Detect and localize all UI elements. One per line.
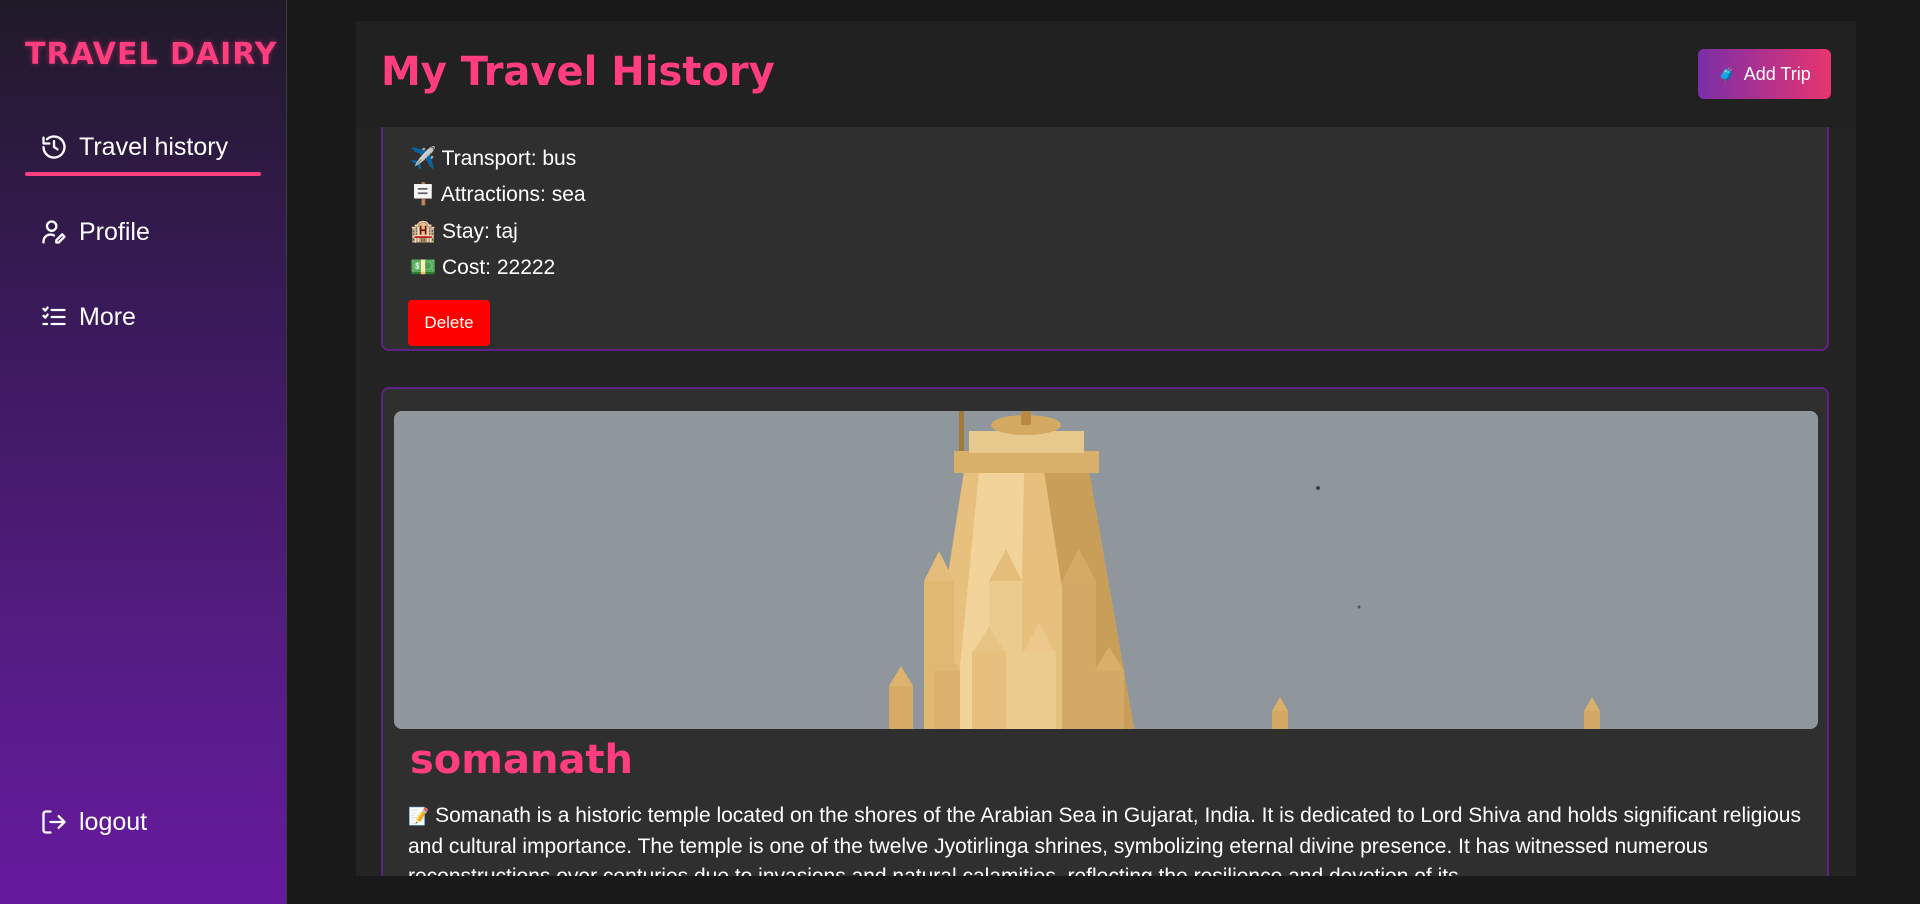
brand-logo: TRAVEL DAIRY: [25, 37, 278, 72]
luggage-icon: 🧳: [1718, 65, 1736, 82]
sidebar-item-travel-history[interactable]: Travel history: [25, 121, 261, 176]
trip-photo: [394, 411, 1818, 729]
sidebar-item-label: More: [79, 302, 136, 331]
delete-button[interactable]: Delete: [408, 300, 490, 346]
bottom-edge: [356, 876, 1856, 904]
sidebar: TRAVEL DAIRY Travel history Profile More: [0, 0, 287, 904]
sidebar-item-profile[interactable]: Profile: [25, 206, 261, 258]
travel-history-panel[interactable]: My Travel History 🧳 Add Trip ✈️ Transpor…: [356, 21, 1856, 904]
page-header: My Travel History 🧳 Add Trip: [356, 21, 1856, 127]
user-edit-icon: [39, 217, 69, 247]
stay-detail: 🏨 Stay: taj: [410, 220, 518, 243]
sidebar-item-more[interactable]: More: [25, 291, 261, 343]
logout-label: logout: [79, 807, 148, 836]
transport-detail: ✈️ Transport: bus: [410, 147, 577, 170]
history-icon: [39, 132, 69, 162]
page-title: My Travel History: [381, 49, 775, 95]
cost-detail: 💵 Cost: 22222: [410, 256, 556, 279]
add-trip-label: Add Trip: [1743, 63, 1811, 84]
trip-title: somanath: [410, 737, 634, 783]
attractions-detail: 🪧 Attractions: sea: [410, 183, 586, 206]
logout-button[interactable]: logout: [25, 796, 261, 848]
logout-icon: [39, 807, 69, 837]
memo-icon: 📝: [408, 807, 430, 826]
list-icon: [39, 302, 69, 332]
add-trip-button[interactable]: 🧳 Add Trip: [1698, 49, 1831, 99]
sidebar-item-label: Travel history: [79, 132, 229, 161]
sidebar-item-label: Profile: [79, 217, 150, 246]
trip-card: somanath 📝 Somanath is a historic temple …: [381, 387, 1829, 904]
